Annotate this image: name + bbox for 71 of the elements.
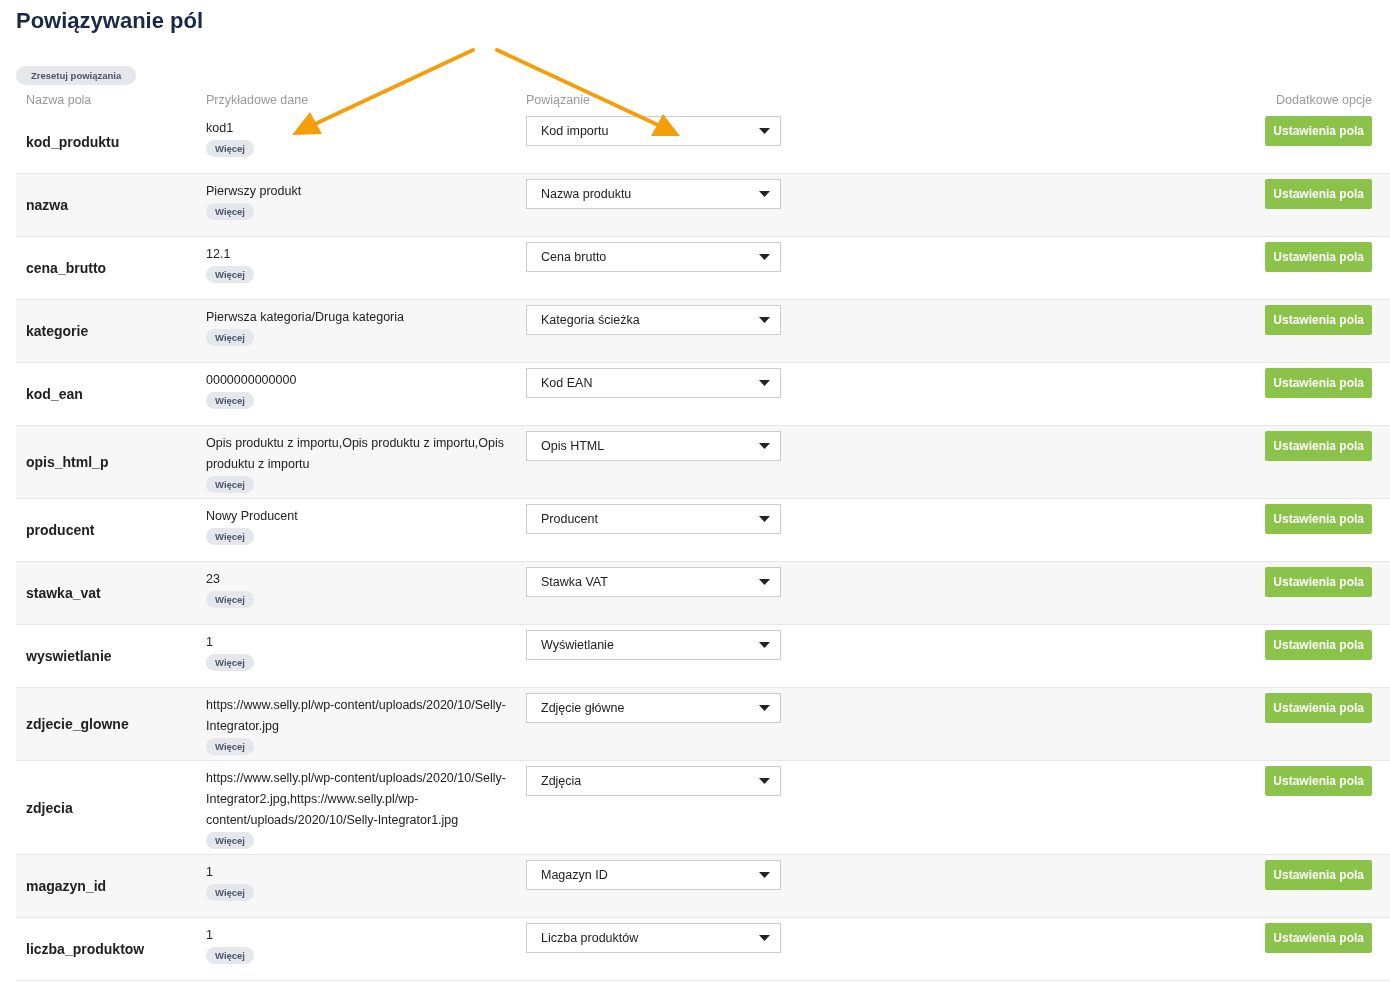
more-button[interactable]: Więcej bbox=[206, 329, 254, 346]
caret-icon bbox=[759, 778, 770, 784]
column-header: Nazwa pola bbox=[26, 93, 93, 107]
column-header: Przykładowe dane bbox=[206, 93, 310, 107]
sample-data: Pierwszy produkt bbox=[206, 183, 302, 200]
more-button[interactable]: Więcej bbox=[206, 476, 254, 493]
caret-icon bbox=[759, 443, 770, 449]
more-button[interactable]: Więcej bbox=[206, 832, 254, 849]
caret-icon bbox=[759, 516, 770, 522]
caret-icon bbox=[759, 935, 770, 941]
more-button[interactable]: Więcej bbox=[206, 654, 254, 671]
sample-data: 23 bbox=[206, 571, 220, 588]
field-name: zdjecie_glowne bbox=[26, 716, 130, 732]
sample-data: 12.1 bbox=[206, 246, 231, 263]
field-name: magazyn_id bbox=[26, 878, 108, 894]
column-header: Powiązanie bbox=[526, 93, 591, 107]
mapping-dropdown[interactable]: Kod importu bbox=[526, 116, 781, 146]
mapping-dropdown[interactable]: Nazwa produktu bbox=[526, 179, 781, 209]
sample-data: Pierwsza kategoria/Druga kategoria bbox=[206, 309, 405, 326]
field-name: kategorie bbox=[26, 323, 90, 339]
field-name: opis_html_p bbox=[26, 454, 110, 470]
mapping-dropdown[interactable]: Opis HTML bbox=[526, 431, 781, 461]
sample-data: 1 bbox=[206, 927, 213, 944]
sample-data: https://www.selly.pl/wp-content/uploads/2020/10/Selly-Integrator.jpg bbox=[206, 697, 506, 735]
mapping-dropdown[interactable]: Liczba produktów bbox=[526, 923, 781, 953]
field-name: kod_produktu bbox=[26, 134, 121, 150]
caret-icon bbox=[759, 128, 770, 134]
mapping-dropdown[interactable]: Kategoria ścieżka bbox=[526, 305, 781, 335]
sample-data: Nowy Producent bbox=[206, 508, 298, 525]
reset-button[interactable]: Zresetuj powiązania bbox=[16, 66, 137, 85]
mapping-dropdown[interactable]: Wyświetlanie bbox=[526, 630, 781, 660]
sample-data: https://www.selly.pl/wp-content/uploads/2020/10/Selly-Integrator2.jpg,https://www.selly.pl/wp-content/uploads/2020/10/Selly-Integrator1.jpg bbox=[206, 770, 506, 829]
caret-icon bbox=[759, 317, 770, 323]
column-header: Dodatkowe opcje bbox=[1276, 93, 1373, 107]
caret-icon bbox=[759, 642, 770, 648]
more-button[interactable]: Więcej bbox=[206, 203, 254, 220]
mapping-dropdown[interactable]: Cena brutto bbox=[526, 242, 781, 272]
mapping-dropdown[interactable]: Magazyn ID bbox=[526, 860, 781, 890]
mapping-dropdown[interactable]: Kod EAN bbox=[526, 368, 781, 398]
sample-data: 0000000000000 bbox=[206, 372, 297, 389]
sample-data: Opis produktu z importu,Opis produktu z importu,Opis produktu z importu bbox=[206, 435, 506, 473]
caret-icon bbox=[759, 705, 770, 711]
field-name: cena_brutto bbox=[26, 260, 108, 276]
page-title: Powiązywanie pól bbox=[16, 7, 205, 35]
more-button[interactable]: Więcej bbox=[206, 392, 254, 409]
field-name: nazwa bbox=[26, 197, 69, 213]
more-button[interactable]: Więcej bbox=[206, 528, 254, 545]
field-name: wyswietlanie bbox=[26, 648, 113, 664]
caret-icon bbox=[759, 872, 770, 878]
field-name: zdjecia bbox=[26, 799, 74, 816]
caret-icon bbox=[759, 191, 770, 197]
mapping-dropdown[interactable]: Producent bbox=[526, 504, 781, 534]
more-button[interactable]: Więcej bbox=[206, 947, 254, 964]
caret-icon bbox=[759, 380, 770, 386]
more-button[interactable]: Więcej bbox=[206, 884, 254, 901]
field-name: stawka_vat bbox=[26, 585, 102, 601]
caret-icon bbox=[759, 254, 770, 260]
more-button[interactable]: Więcej bbox=[206, 266, 254, 283]
caret-icon bbox=[759, 579, 770, 585]
field-name: liczba_produktow bbox=[26, 941, 146, 957]
more-button[interactable]: Więcej bbox=[206, 140, 254, 157]
more-button[interactable]: Więcej bbox=[206, 591, 254, 608]
mapping-dropdown[interactable]: Zdjęcia bbox=[526, 766, 781, 796]
sample-data: kod1 bbox=[206, 120, 234, 137]
more-button[interactable]: Więcej bbox=[206, 738, 254, 755]
sample-data: 1 bbox=[206, 864, 213, 881]
mapping-dropdown[interactable]: Stawka VAT bbox=[526, 567, 781, 597]
field-name: kod_ean bbox=[26, 386, 84, 402]
mapping-dropdown[interactable]: Zdjęcie główne bbox=[526, 693, 781, 723]
field-name: producent bbox=[26, 522, 96, 538]
sample-data: 1 bbox=[206, 634, 213, 651]
